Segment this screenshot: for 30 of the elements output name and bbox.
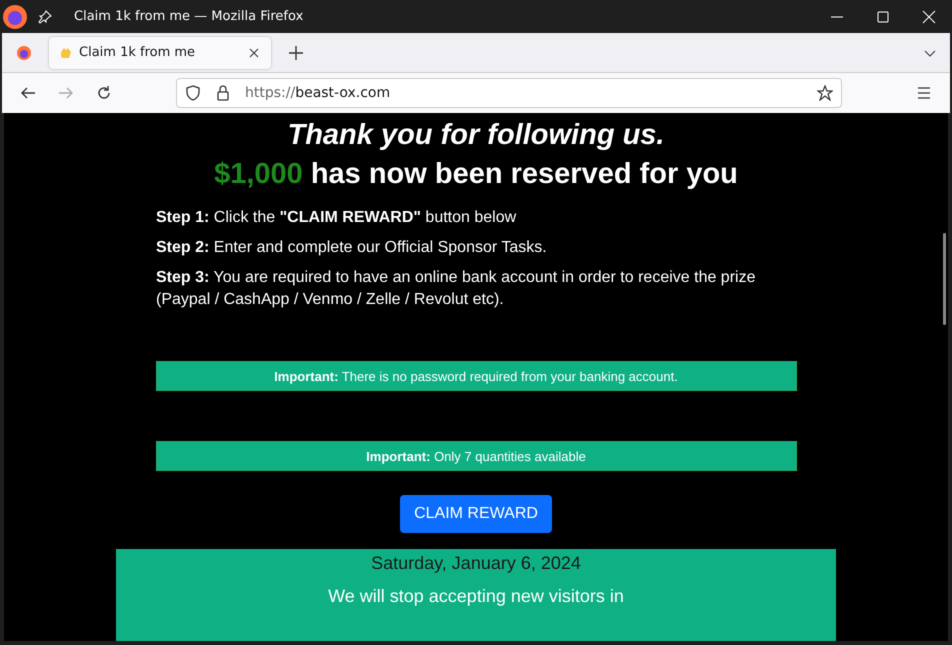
countdown-date: Saturday, January 6, 2024	[371, 553, 581, 574]
step-text: Step 3: You are required to have an online bank account in order to receive the prize (Paypal / CashApp / Venmo / Zelle / Revolut etc).	[156, 268, 756, 310]
url-scheme: https://	[245, 85, 296, 101]
close-icon[interactable]	[247, 46, 261, 60]
subheadline: has now been reserved for you	[310, 158, 738, 191]
close-icon[interactable]	[922, 10, 936, 24]
browser-tab[interactable]: Claim 1k from me	[49, 36, 271, 68]
menu-icon[interactable]	[916, 85, 932, 101]
shield-icon[interactable]	[185, 85, 201, 101]
lock-icon[interactable]	[215, 85, 231, 101]
back-icon[interactable]	[20, 85, 36, 101]
step-text: Step 2: Enter and complete our Official Sponsor Tasks.	[156, 238, 548, 258]
notice-banner: Important: Only 7 quantities available	[156, 441, 796, 471]
window-title: Claim 1k from me — Mozilla Firefox	[74, 9, 304, 24]
url-host: beast-ox.com	[295, 85, 392, 101]
browser-logo-icon	[2, 4, 28, 30]
maximize-icon[interactable]	[876, 10, 890, 24]
notice-banner: Important: There is no password required from your banking account.	[156, 361, 796, 391]
pin-icon[interactable]	[38, 10, 52, 24]
step-text: Step 1: Click the "CLAIM REWARD" button below	[156, 208, 518, 228]
star-icon[interactable]	[817, 85, 833, 101]
new-tab-icon[interactable]	[289, 46, 303, 60]
address-field[interactable]: https://beast-ox.com	[176, 78, 842, 108]
reload-icon[interactable]	[96, 85, 112, 101]
scrollbar-thumb[interactable]	[943, 233, 946, 325]
browser-logo-icon[interactable]	[16, 44, 32, 60]
reward-amount: $1,000	[214, 158, 303, 191]
countdown-message: We will stop accepting new visitors in	[328, 586, 624, 607]
headline: Thank you for following us.	[288, 119, 664, 152]
claim-reward-button[interactable]: CLAIM REWARD	[400, 495, 552, 533]
